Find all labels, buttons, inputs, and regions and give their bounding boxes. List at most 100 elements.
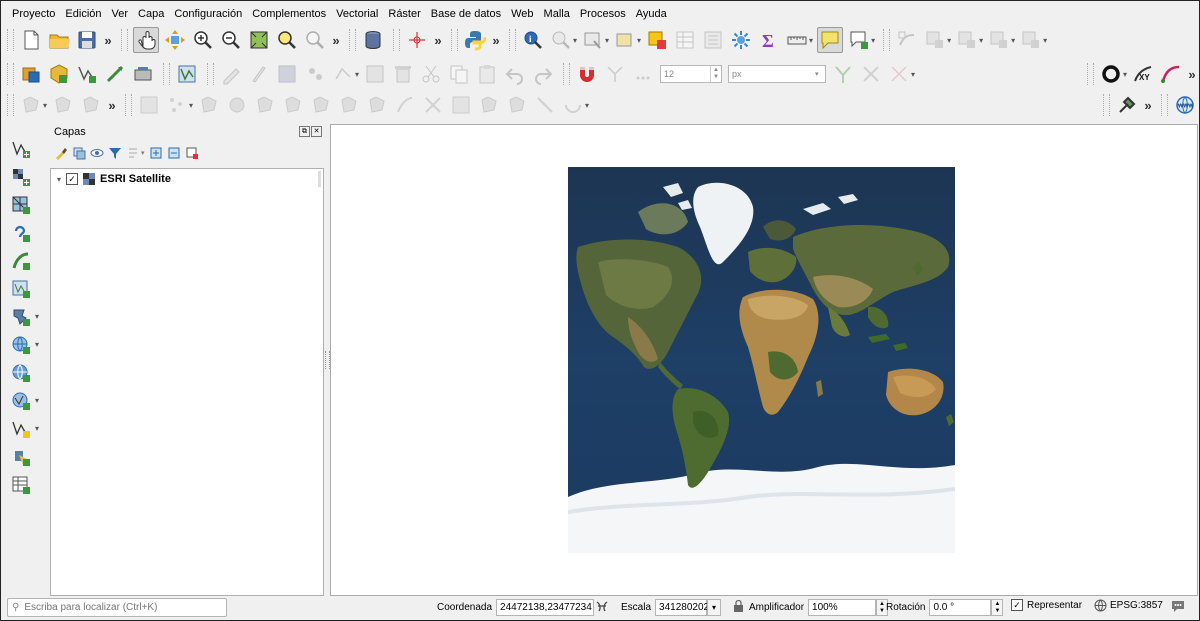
snapping-units-select[interactable]: px ▾ [728, 65, 827, 83]
dropdown-arrow-icon[interactable]: ▾ [809, 36, 813, 45]
select-features-icon[interactable] [549, 28, 573, 52]
show-labels-icon[interactable] [225, 93, 249, 117]
render-checkbox[interactable]: ✓ [1011, 599, 1023, 611]
fill-ring-icon[interactable] [79, 93, 103, 117]
delete-selected-icon[interactable] [391, 62, 415, 86]
toolbar-overflow-icon[interactable]: » [489, 33, 503, 48]
merge-features-icon[interactable] [449, 93, 473, 117]
lock-scale-icon[interactable] [733, 599, 744, 612]
tree-scrollbar[interactable] [318, 171, 321, 187]
snapping-type-icon[interactable] [603, 62, 627, 86]
new-spatialite-icon[interactable] [103, 62, 127, 86]
open-project-icon[interactable] [47, 28, 71, 52]
crs-widget[interactable]: EPSG:3857 [1094, 599, 1163, 612]
add-part-icon[interactable] [51, 93, 75, 117]
menu-malla[interactable]: Malla [539, 6, 575, 22]
save-edits-icon[interactable] [275, 62, 299, 86]
measure-line-icon[interactable] [785, 28, 809, 52]
locator-input[interactable] [22, 601, 217, 614]
dropdown-arrow-icon[interactable]: ▾ [979, 36, 983, 45]
zoom-full-icon[interactable] [247, 28, 271, 52]
dropdown-arrow-icon[interactable]: ▾ [1043, 36, 1047, 45]
split-features-icon[interactable] [421, 93, 445, 117]
change-label-icon[interactable] [309, 93, 333, 117]
filter-legend-icon[interactable] [108, 146, 122, 160]
toggle-editing-icon[interactable] [247, 62, 271, 86]
menu-base-de-datos[interactable]: Base de datos [426, 6, 506, 22]
undo-icon[interactable] [503, 62, 527, 86]
field-calculator-icon[interactable] [701, 28, 725, 52]
dropdown-arrow-icon[interactable]: ▾ [911, 70, 915, 79]
dropdown-arrow-icon[interactable]: ▾ [871, 36, 875, 45]
toolbar-overflow-icon[interactable]: » [329, 33, 343, 48]
add-group-icon[interactable] [72, 146, 86, 160]
menu-proyecto[interactable]: Proyecto [7, 6, 60, 22]
new-geopackage-icon[interactable] [47, 62, 71, 86]
redo-icon[interactable] [531, 62, 555, 86]
dropdown-arrow-icon[interactable]: ▾ [355, 70, 359, 79]
toolbar-overflow-icon[interactable]: » [105, 98, 119, 113]
toolbar-grip[interactable] [1161, 94, 1168, 116]
toolbar-grip[interactable] [1103, 94, 1110, 116]
data-source-manager-icon[interactable] [361, 28, 385, 52]
toolbar-grip[interactable] [1086, 63, 1094, 85]
map-tips-icon[interactable] [817, 27, 844, 53]
float-panel-icon[interactable]: ⧉ [299, 126, 310, 137]
add-ring-icon[interactable] [19, 93, 43, 117]
toolbar-overflow-icon[interactable]: » [101, 33, 115, 48]
shape-circle-icon[interactable] [1099, 62, 1123, 86]
dropdown-arrow-icon[interactable]: ▾ [189, 101, 193, 110]
toolbar-grip[interactable] [393, 29, 400, 51]
python-console-icon[interactable] [463, 28, 487, 52]
digitize-curve-icon[interactable] [1159, 62, 1183, 86]
toolbar-grip[interactable] [125, 94, 133, 116]
dropdown-arrow-icon[interactable]: ▾ [605, 36, 609, 45]
layer-visibility-checkbox[interactable]: ✓ [66, 173, 79, 185]
expand-all-icon[interactable] [149, 146, 163, 160]
pan-to-selection-icon[interactable] [163, 28, 187, 52]
dropdown-arrow-icon[interactable]: ▾ [585, 101, 589, 110]
snapping-magnet-icon[interactable] [575, 62, 599, 86]
locator-search[interactable]: ⚲ [7, 598, 227, 617]
zoom-to-layer-icon[interactable] [303, 28, 327, 52]
toolbar-overflow-icon[interactable]: » [1185, 67, 1199, 82]
move-label-icon[interactable] [253, 93, 277, 117]
messages-icon[interactable] [1171, 599, 1185, 612]
menu-complementos[interactable]: Complementos [247, 6, 331, 22]
stepper-arrows-icon[interactable]: ▲ ▼ [710, 66, 721, 82]
toolbar-grip[interactable] [509, 29, 516, 51]
menu-capa[interactable]: Capa [133, 6, 169, 22]
zoom-to-selection-icon[interactable] [275, 28, 299, 52]
modify-attributes-icon[interactable] [363, 62, 387, 86]
toolbar-overflow-icon[interactable]: » [431, 33, 445, 48]
menu-raster[interactable]: Ráster [383, 6, 425, 22]
chevron-down-icon[interactable]: ▾ [707, 599, 722, 616]
plugin-tool-icon[interactable] [1115, 93, 1139, 117]
reshape-feature-icon[interactable] [365, 93, 389, 117]
topological-editing-icon[interactable] [831, 62, 855, 86]
copy-features-icon[interactable] [447, 62, 471, 86]
pan-map-icon[interactable] [133, 27, 159, 53]
deselect-all-icon[interactable] [645, 28, 669, 52]
close-panel-icon[interactable]: ✕ [311, 126, 322, 137]
add-postgis-layer-icon[interactable] [9, 445, 33, 469]
menu-edicion[interactable]: Edición [60, 6, 106, 22]
add-delimited-text-icon[interactable] [9, 221, 33, 245]
menu-configuracion[interactable]: Configuración [169, 6, 247, 22]
add-wms-icon[interactable] [1019, 28, 1043, 52]
new-vector-layer-icon[interactable] [9, 417, 33, 441]
magnifier-field[interactable]: 100% [808, 599, 877, 616]
manage-map-themes-icon[interactable] [90, 146, 104, 160]
filter-by-expression-icon[interactable] [126, 146, 140, 160]
layout-manager-icon[interactable] [895, 28, 919, 52]
dropdown-arrow-icon[interactable]: ▾ [1011, 36, 1015, 45]
label-tool-icon[interactable] [137, 93, 161, 117]
dropdown-arrow-icon[interactable]: ▾ [35, 396, 39, 405]
new-virtual-layer-icon[interactable] [175, 62, 199, 86]
cad-xy-icon[interactable]: XY [1131, 62, 1155, 86]
remove-layer-icon[interactable] [185, 146, 199, 160]
deselect-features-icon[interactable] [613, 28, 637, 52]
toolbar-grip[interactable] [121, 29, 128, 51]
offset-curve-icon[interactable] [393, 93, 417, 117]
toolbar-grip[interactable] [7, 29, 14, 51]
